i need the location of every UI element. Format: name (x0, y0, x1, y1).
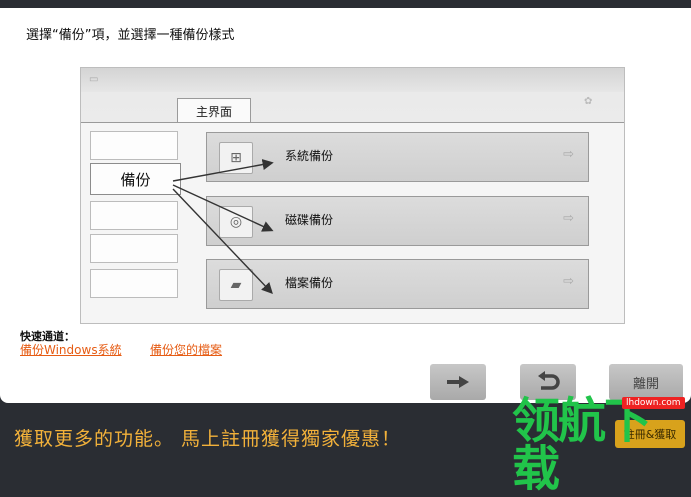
link-backup-windows[interactable]: 備份Windows系統 (20, 341, 122, 358)
next-button[interactable] (430, 364, 486, 400)
arrow-right-icon (447, 376, 469, 388)
tutorial-dialog: 選擇“備份”項，並選擇一種備份樣式 ▭ ✿ 主界面 備份 ⊞ 系統備份 ⇨ ◎ … (0, 8, 691, 403)
instruction-text: 選擇“備份”項，並選擇一種備份樣式 (26, 28, 235, 43)
tutorial-preview-image: ▭ ✿ 主界面 備份 ⊞ 系統備份 ⇨ ◎ 磁碟備份 ⇨ ▰ 檔案備份 ⇨ (80, 67, 625, 324)
link-backup-files[interactable]: 備份您的檔案 (150, 341, 222, 358)
window-top-bar (0, 0, 691, 8)
undo-arrow-icon (538, 371, 560, 390)
pointer-arrows (172, 159, 274, 295)
promo-text: 獲取更多的功能。 馬上註冊獲得獨家優惠！ (14, 428, 402, 450)
watermark-url: lhdown.com (622, 397, 685, 409)
watermark-text: 领航下载 (512, 393, 652, 497)
